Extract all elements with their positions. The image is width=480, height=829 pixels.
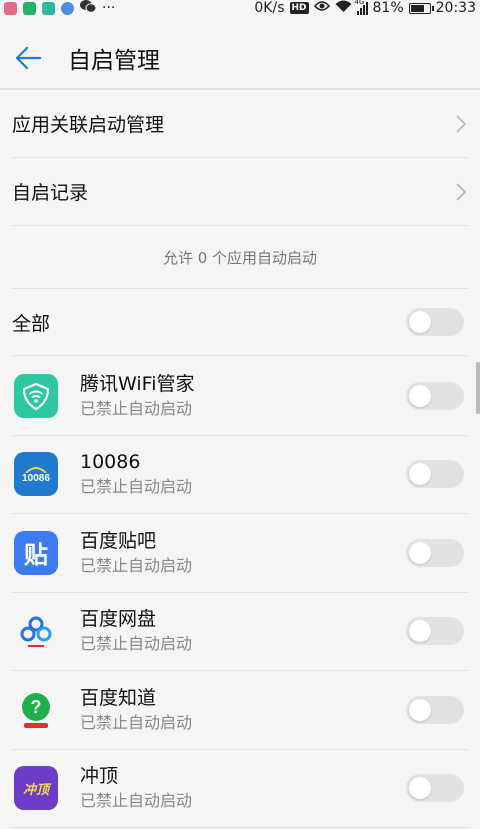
notification-app-icon — [42, 1, 55, 15]
back-button[interactable] — [0, 28, 56, 88]
arrow-left-icon — [15, 46, 42, 70]
baidu-tieba-icon: 贴 — [14, 530, 58, 575]
tencent-wifi-manager-icon — [14, 373, 58, 418]
icon-label: 冲顶 — [22, 782, 49, 798]
toggle-knob — [409, 777, 431, 800]
app-autostart-toggle[interactable] — [406, 617, 464, 646]
app-status: 已禁止自动启动 — [80, 791, 193, 811]
wechat-icon — [80, 0, 97, 16]
app-name: 10086 — [80, 451, 141, 474]
china-mobile-10086-icon: 10086 — [14, 452, 58, 497]
toggle-knob — [409, 463, 431, 486]
toggle-knob — [409, 698, 431, 721]
title-bar: 自启管理 — [0, 28, 480, 88]
toggle-knob — [409, 541, 431, 564]
app-status: 已禁止自动启动 — [80, 712, 193, 732]
battery-fill — [410, 4, 425, 12]
chevron-right-icon — [456, 182, 467, 201]
all-apps-toggle[interactable] — [406, 308, 464, 336]
icon-label: 贴 — [24, 541, 48, 570]
app-row-chongding: 冲顶 冲顶 已禁止自动启动 — [12, 750, 468, 828]
app-autostart-toggle[interactable] — [406, 695, 464, 724]
toggle-knob — [409, 311, 431, 333]
hd-icon: HD — [289, 2, 309, 14]
status-indicators: 0K/s HD 4G 81% 20:33 — [254, 0, 476, 17]
more-notifications-icon: ··· — [102, 0, 116, 16]
app-row-baidu-tieba: 贴 百度贴吧 已禁止自动启动 — [12, 514, 468, 593]
app-autostart-toggle[interactable] — [406, 774, 464, 803]
app-row-10086: 10086 10086 已禁止自动启动 — [12, 436, 468, 514]
status-notifications: ··· — [4, 0, 115, 16]
start-log-label: 自启记录 — [12, 182, 89, 204]
app-name: 百度知道 — [80, 686, 157, 709]
rainbow-arc-icon — [25, 466, 47, 473]
app-row-baidu-zhidao: ? 百度知道 已禁止自动启动 — [12, 671, 468, 750]
battery-icon — [408, 2, 434, 14]
signal-icon: 4G — [355, 0, 368, 15]
app-status: 已禁止自动启动 — [80, 477, 193, 497]
notification-app-icon — [23, 1, 36, 15]
baidu-zhidao-icon: ? — [14, 688, 58, 732]
scrollbar[interactable] — [476, 362, 480, 414]
all-apps-row: 全部 — [12, 289, 468, 356]
page-title: 自启管理 — [68, 48, 160, 74]
app-autostart-toggle[interactable] — [406, 381, 464, 410]
app-name: 百度贴吧 — [80, 529, 157, 552]
app-autostart-toggle[interactable] — [406, 460, 464, 489]
wifi-icon — [335, 0, 352, 17]
linked-start-management-item[interactable]: 应用关联启动管理 — [12, 90, 468, 158]
app-row-tencent-wifi: 腾讯WiFi管家 已禁止自动启动 — [12, 357, 468, 436]
notification-app-icon — [4, 1, 17, 15]
app-name: 腾讯WiFi管家 — [80, 372, 195, 395]
chevron-right-icon — [456, 114, 467, 133]
network-speed: 0K/s — [254, 0, 285, 16]
toggle-knob — [409, 620, 431, 643]
svg-text:?: ? — [31, 697, 42, 717]
toggle-knob — [409, 384, 431, 407]
app-status: 已禁止自动启动 — [80, 634, 193, 654]
app-name: 百度网盘 — [80, 608, 157, 631]
start-log-item[interactable]: 自启记录 — [12, 158, 468, 226]
all-apps-label: 全部 — [12, 312, 51, 335]
app-list: 腾讯WiFi管家 已禁止自动启动 10086 10086 已禁止自动启动 贴 百… — [0, 357, 480, 828]
battery-percent: 81% — [372, 0, 404, 16]
icon-label: 10086 — [22, 472, 50, 484]
notification-app-icon — [61, 1, 74, 15]
allowed-count-summary: 允许 0 个应用自动启动 — [162, 248, 318, 267]
chongding-icon: 冲顶 — [14, 766, 58, 811]
app-status: 已禁止自动启动 — [80, 555, 193, 575]
baidu-netdisk-icon — [14, 609, 58, 653]
status-bar: ··· 0K/s HD 4G 81% 20:33 — [0, 0, 480, 16]
app-row-baidu-netdisk: 百度网盘 已禁止自动启动 — [12, 593, 468, 671]
app-status: 已禁止自动启动 — [80, 398, 193, 418]
app-autostart-toggle[interactable] — [406, 538, 464, 567]
linked-start-management-label: 应用关联启动管理 — [12, 114, 165, 136]
app-name: 冲顶 — [80, 765, 119, 788]
eye-icon — [313, 0, 330, 16]
clock: 20:33 — [435, 0, 476, 16]
